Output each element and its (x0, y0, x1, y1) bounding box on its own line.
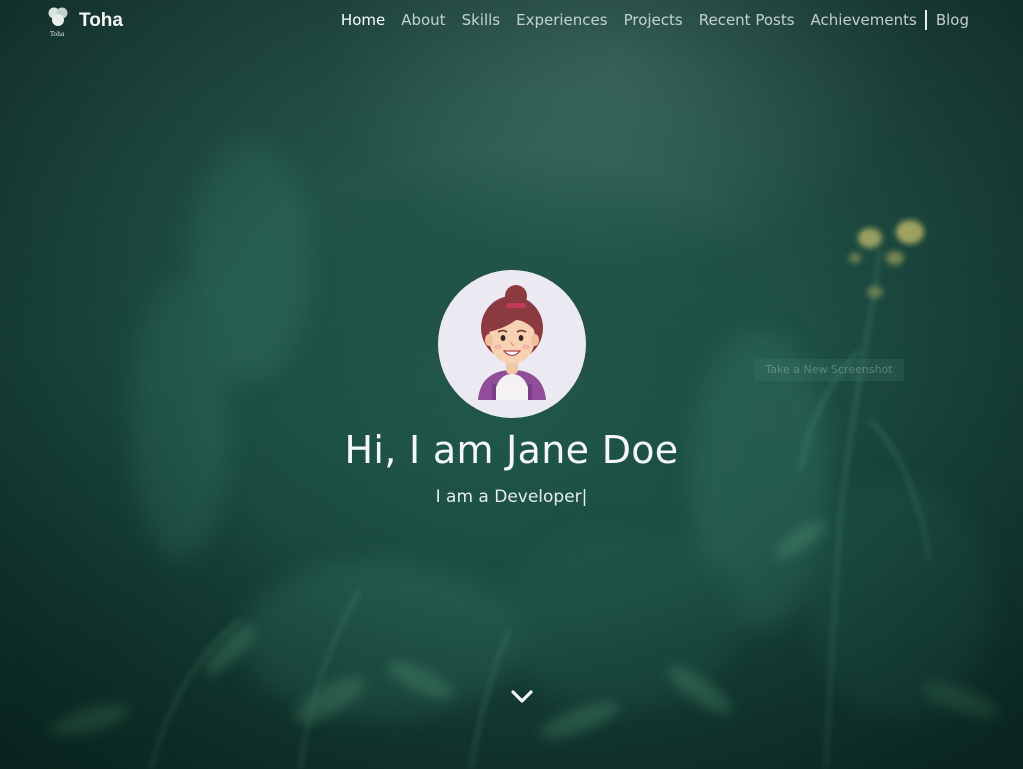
nav-skills[interactable]: Skills (462, 11, 501, 29)
scroll-down-button[interactable] (510, 688, 534, 706)
brand-name: Toha (79, 10, 123, 31)
brand-link[interactable]: Toha Toha (47, 6, 123, 38)
hero-tagline: I am a Developer| (435, 487, 588, 507)
hero-greeting: Hi, I am Jane Doe (344, 428, 679, 472)
top-navbar: Toha Toha Home About Skills Experiences … (0, 0, 1023, 42)
nav-menu: Home About Skills Experiences Projects R… (325, 10, 969, 30)
profile-avatar (438, 270, 586, 418)
nav-divider (924, 10, 927, 30)
nav-achievements[interactable]: Achievements (811, 11, 917, 29)
take-screenshot-button[interactable]: Take a New Screenshot (754, 359, 904, 381)
nav-about[interactable]: About (401, 11, 445, 29)
brand-logo-text: Toha (50, 31, 65, 38)
nav-home[interactable]: Home (341, 11, 385, 29)
nav-experiences[interactable]: Experiences (516, 11, 607, 29)
nav-projects[interactable]: Projects (624, 11, 683, 29)
female-avatar-icon (478, 285, 546, 400)
nav-blog[interactable]: Blog (936, 11, 969, 29)
nav-recent-posts[interactable]: Recent Posts (699, 11, 795, 29)
toha-logo-icon: Toha (47, 6, 71, 38)
home-page: Toha Toha Home About Skills Experiences … (0, 0, 1023, 769)
chevron-down-icon (511, 690, 533, 703)
